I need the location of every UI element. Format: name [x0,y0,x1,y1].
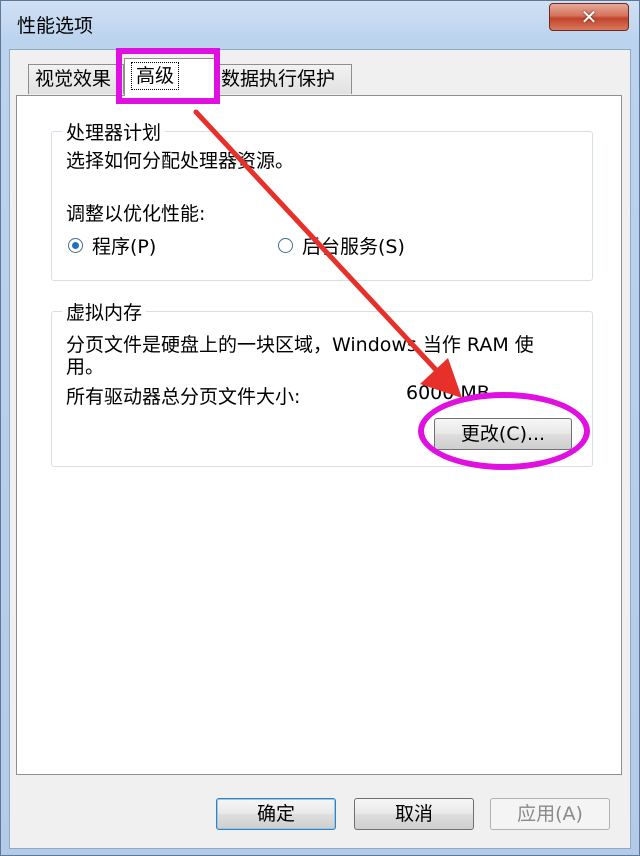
apply-button: 应用(A) [490,798,610,830]
programs-radio[interactable] [68,238,83,253]
advanced-tab-highlight [116,48,220,104]
processor-scheduling-description: 选择如何分配处理器资源。 [66,150,295,172]
virtual-memory-description-line2: 用。 [66,356,105,378]
processor-scheduling-group: 处理器计划 选择如何分配处理器资源。 调整以优化性能: 程序(P) 后台服务(S… [51,118,593,281]
change-button-highlight [418,392,590,470]
background-services-radio-label[interactable]: 后台服务(S) [302,232,405,259]
total-paging-file-label: 所有驱动器总分页文件大小: [66,386,301,408]
background-services-radio[interactable] [278,238,293,253]
processor-scheduling-title: 处理器计划 [62,118,166,145]
programs-radio-label[interactable]: 程序(P) [92,232,156,259]
ok-button[interactable]: 确定 [216,798,336,830]
tab-data-execution-prevention[interactable]: 数据执行保护 [214,64,352,94]
tab-visual-effects[interactable]: 视觉效果 [28,64,124,94]
window-title: 性能选项 [17,15,94,37]
close-icon: ✕ [580,5,598,29]
virtual-memory-description-line1: 分页文件是硬盘上的一块区域，Windows 当作 RAM 使 [66,334,534,356]
close-button[interactable]: ✕ [549,3,629,31]
adjust-performance-label: 调整以优化性能: [66,203,206,225]
cancel-button[interactable]: 取消 [354,798,474,830]
title-bar[interactable]: 性能选项 ✕ [1,1,639,47]
virtual-memory-title: 虚拟内存 [62,298,147,325]
